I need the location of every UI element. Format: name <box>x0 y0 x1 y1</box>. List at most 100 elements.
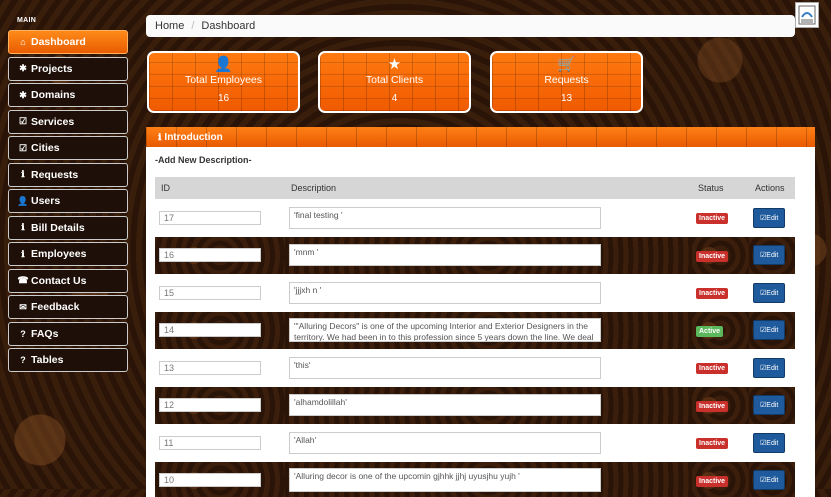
status-badge[interactable]: Active <box>696 326 723 337</box>
sidebar-item-domains[interactable]: ✱Domains <box>8 83 128 107</box>
sidebar-item-services[interactable]: ☑Services <box>8 110 128 134</box>
sidebar-item-label: Contact Us <box>31 275 86 287</box>
sidebar-item-label: Dashboard <box>31 36 86 48</box>
sidebar-item-employees[interactable]: ℹEmployees <box>8 242 128 266</box>
edit-button[interactable]: ☑Edit <box>753 433 785 453</box>
panel-header: ℹ Introduction <box>146 127 815 147</box>
id-field[interactable]: 11 <box>159 436 261 450</box>
edit-label: Edit <box>766 477 778 484</box>
user-icon: 👤 <box>17 196 29 207</box>
id-field[interactable]: 17 <box>159 211 261 225</box>
description-field[interactable]: 'alhamdolillah' <box>289 394 601 416</box>
sidebar-item-projects[interactable]: ✱Projects <box>8 57 128 81</box>
breadcrumb-home-link[interactable]: Home <box>155 20 184 32</box>
sidebar-item-label: Cities <box>31 142 60 154</box>
sidebar-item-label: FAQs <box>31 328 58 340</box>
status-badge[interactable]: Inactive <box>696 401 728 412</box>
id-field[interactable]: 15 <box>159 286 261 300</box>
status-badge[interactable]: Inactive <box>696 363 728 374</box>
stat-total-employees[interactable]: 👤 Total Employees 16 <box>147 51 300 113</box>
column-header-status: Status <box>692 177 749 199</box>
sidebar-item-label: Services <box>31 116 74 128</box>
edit-label: Edit <box>766 215 778 222</box>
panel-title: Introduction <box>164 132 222 143</box>
stat-total-clients[interactable]: ★ Total Clients 4 <box>318 51 471 113</box>
edit-button[interactable]: ☑Edit <box>753 245 785 265</box>
table-row: 13 'this' Inactive ☑Edit <box>155 349 795 387</box>
add-new-description-link[interactable]: -Add New Description- <box>146 147 815 171</box>
description-field[interactable]: 'jjjxh n ' <box>289 282 601 304</box>
cart-icon: 🛒 <box>492 55 641 73</box>
question-icon: ? <box>17 355 29 365</box>
edit-button[interactable]: ☑Edit <box>753 320 785 340</box>
sidebar-item-label: Requests <box>31 169 78 181</box>
edit-label: Edit <box>766 252 778 259</box>
id-field[interactable]: 12 <box>159 398 261 412</box>
description-field[interactable]: 'mnm ' <box>289 244 601 266</box>
sidebar-item-cities[interactable]: ☑Cities <box>8 136 128 160</box>
stat-label: Requests <box>492 74 641 86</box>
id-field[interactable]: 16 <box>159 248 261 262</box>
id-field[interactable]: 14 <box>159 323 261 337</box>
sidebar-item-label: Domains <box>31 89 75 101</box>
sidebar-item-faqs[interactable]: ?FAQs <box>8 322 128 346</box>
sidebar-item-bill-details[interactable]: ℹBill Details <box>8 216 128 240</box>
description-field[interactable]: "'Alluring Decors" is one of the upcomin… <box>289 318 601 342</box>
table-row: 17 'final testing ' Inactive ☑Edit <box>155 199 795 237</box>
sidebar-item-label: Employees <box>31 248 86 260</box>
sidebar-item-users[interactable]: 👤Users <box>8 189 128 213</box>
sidebar-item-tables[interactable]: ?Tables <box>8 348 128 372</box>
edit-label: Edit <box>766 290 778 297</box>
column-header-id: ID <box>155 177 285 199</box>
id-field[interactable]: 10 <box>159 473 261 487</box>
document-icon[interactable] <box>795 2 819 28</box>
edit-label: Edit <box>766 327 778 334</box>
star-icon: ★ <box>320 55 469 73</box>
sidebar-item-contact-us[interactable]: ☎Contact Us <box>8 269 128 293</box>
id-field[interactable]: 13 <box>159 361 261 375</box>
table-row: 10'Alluring decor is one of the upcomin … <box>155 462 795 497</box>
introduction-panel: ℹ Introduction -Add New Description- ID … <box>146 127 815 497</box>
description-field[interactable]: 'Allah' <box>289 432 601 454</box>
stat-requests[interactable]: 🛒 Requests 13 <box>490 51 643 113</box>
table-row: 16 'mnm ' Inactive ☑Edit <box>155 237 795 275</box>
stat-value: 13 <box>492 93 641 104</box>
info-icon: ℹ <box>17 249 29 260</box>
status-badge[interactable]: Inactive <box>696 288 728 299</box>
table-row: 15 'jjjxh n ' Inactive ☑Edit <box>155 274 795 312</box>
status-badge[interactable]: Inactive <box>696 476 728 487</box>
info-icon: ℹ <box>17 222 29 233</box>
info-icon: ℹ <box>17 169 29 180</box>
edit-button[interactable]: ☑Edit <box>753 395 785 415</box>
table-row: 14 "'Alluring Decors" is one of the upcom… <box>155 312 795 350</box>
status-badge[interactable]: Inactive <box>696 251 728 262</box>
sidebar-item-dashboard[interactable]: ⌂Dashboard <box>8 30 128 54</box>
description-field[interactable]: 'final testing ' <box>289 207 601 229</box>
envelope-icon: ✉ <box>17 302 29 313</box>
info-icon: ℹ <box>158 132 161 143</box>
status-badge[interactable]: Inactive <box>696 213 728 224</box>
breadcrumb-current: Dashboard <box>201 20 255 32</box>
user-icon: 👤 <box>149 55 298 73</box>
edit-button[interactable]: ☑Edit <box>753 208 785 228</box>
question-icon: ? <box>17 329 29 339</box>
asterisk-icon: ✱ <box>17 90 29 101</box>
edit-button[interactable]: ☑Edit <box>753 358 785 378</box>
edit-button[interactable]: ☑Edit <box>753 470 785 490</box>
stat-value: 16 <box>149 93 298 104</box>
home-icon: ⌂ <box>17 37 29 47</box>
stat-label: Total Clients <box>320 74 469 86</box>
table-row: 11 'Allah' Inactive ☑Edit <box>155 424 795 462</box>
phone-icon: ☎ <box>17 275 29 286</box>
description-field[interactable]: 'this' <box>289 357 601 379</box>
sidebar-item-requests[interactable]: ℹRequests <box>8 163 128 187</box>
sidebar-section-label: MAIN <box>8 14 128 30</box>
status-badge[interactable]: Inactive <box>696 438 728 449</box>
edit-label: Edit <box>766 402 778 409</box>
edit-button[interactable]: ☑Edit <box>753 283 785 303</box>
stat-value: 4 <box>320 93 469 104</box>
breadcrumb-separator: / <box>191 20 194 32</box>
sidebar-item-label: Tables <box>31 354 63 366</box>
stat-label: Total Employees <box>149 74 298 86</box>
sidebar-item-feedback[interactable]: ✉Feedback <box>8 295 128 319</box>
